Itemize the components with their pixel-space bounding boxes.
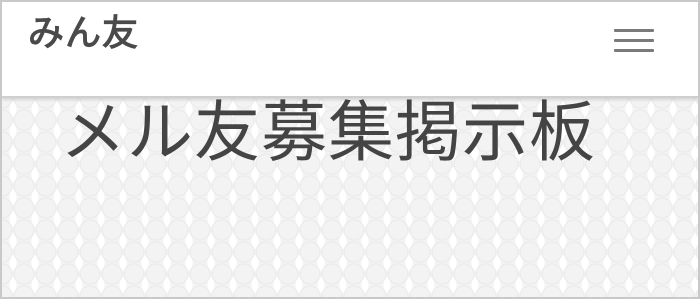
page-frame: みん友 メル友募集掲示板 xyxy=(0,0,700,299)
site-logo[interactable]: みん友 xyxy=(28,16,139,52)
menu-bar xyxy=(614,49,654,52)
page-title: メル友募集掲示板 xyxy=(60,94,596,171)
menu-bar xyxy=(614,29,654,32)
hamburger-menu-icon[interactable] xyxy=(608,20,660,60)
site-header: みん友 xyxy=(2,2,698,98)
menu-bar xyxy=(614,39,654,42)
